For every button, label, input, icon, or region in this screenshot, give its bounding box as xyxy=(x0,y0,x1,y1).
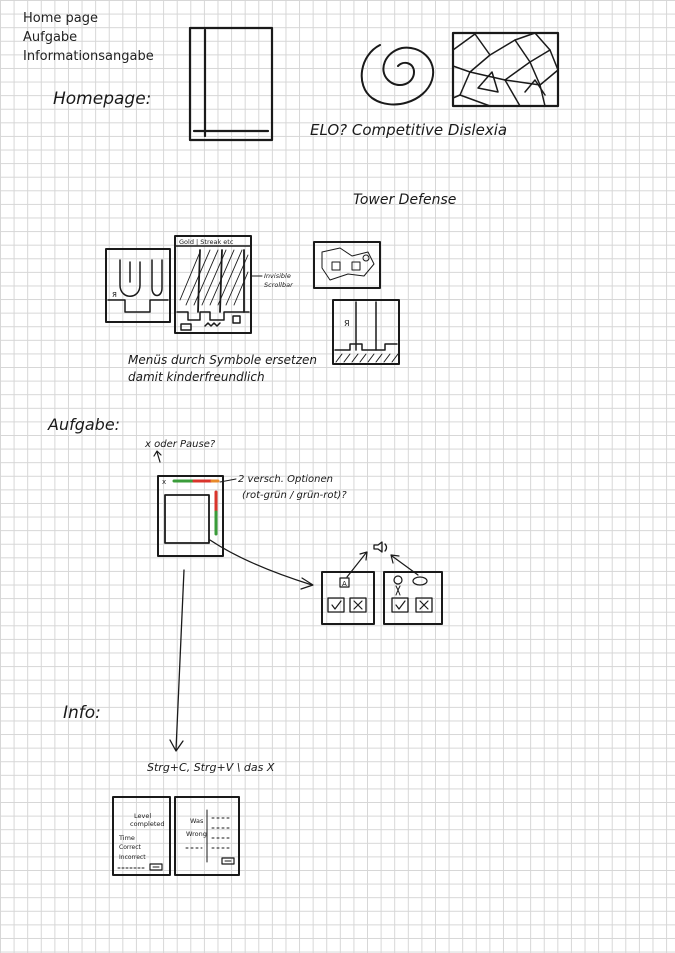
svg-text:x: x xyxy=(162,478,166,486)
note-incorrect: Incorrect xyxy=(119,854,146,861)
note-level: Level xyxy=(134,812,151,820)
info-level-screen-sketch: Level completed Time Correct Incorrect xyxy=(112,796,171,876)
mosaic-pattern-sketch xyxy=(451,31,560,108)
svg-text:Я: Я xyxy=(344,319,350,328)
svg-text:Я: Я xyxy=(112,291,117,299)
game-screen-map-sketch xyxy=(313,241,381,289)
note-gold-streak: Gold | Streak etc xyxy=(179,238,234,246)
note-menus-1: Menüs durch Symbole ersetzen xyxy=(128,353,317,367)
game-screen-main-sketch: Gold | Streak etc xyxy=(174,235,252,334)
game-screen-tower-sketch: Я xyxy=(332,299,400,365)
sketch-canvas: Homepage: Aufgabe: Info: ELO? Competitiv… xyxy=(47,26,560,876)
game-screen-path-sketch: Я xyxy=(105,248,171,323)
answer-screen-1-sketch: A xyxy=(321,571,375,625)
section-homepage: Homepage: xyxy=(53,89,151,109)
note-options-1: 2 versch. Optionen xyxy=(238,474,333,485)
note-correct: Correct xyxy=(119,844,142,851)
sound-icon xyxy=(373,541,388,553)
note-scrollbar-2: Scrollbar xyxy=(264,281,294,289)
section-aufgabe: Aufgabe: xyxy=(47,415,120,434)
note-row-was: Was xyxy=(190,817,204,825)
svg-text:A: A xyxy=(342,580,347,588)
note-row-wrong: Wrong xyxy=(186,830,207,838)
note-elo: ELO? Competitive Dislexia xyxy=(310,121,507,139)
note-pause: x oder Pause? xyxy=(144,439,216,450)
spiral-logo-sketch xyxy=(360,44,435,106)
note-completed: completed xyxy=(130,820,165,828)
note-tower-defense: Tower Defense xyxy=(353,192,456,208)
note-scrollbar-1: Invisible xyxy=(264,272,291,280)
section-info: Info: xyxy=(63,703,101,723)
note-options-2: (rot-grün / grün-rot)? xyxy=(242,490,347,501)
answer-screen-2-sketch xyxy=(383,571,443,625)
homepage-frame-sketch xyxy=(188,26,274,142)
note-menus-2: damit kinderfreundlich xyxy=(128,370,265,384)
task-screen-sketch: x xyxy=(157,475,224,557)
info-word-screen-sketch: Was Wrong xyxy=(174,796,240,876)
note-time: Time xyxy=(118,834,135,842)
note-shortcut: Strg+C, Strg+V \ das X xyxy=(147,761,275,774)
